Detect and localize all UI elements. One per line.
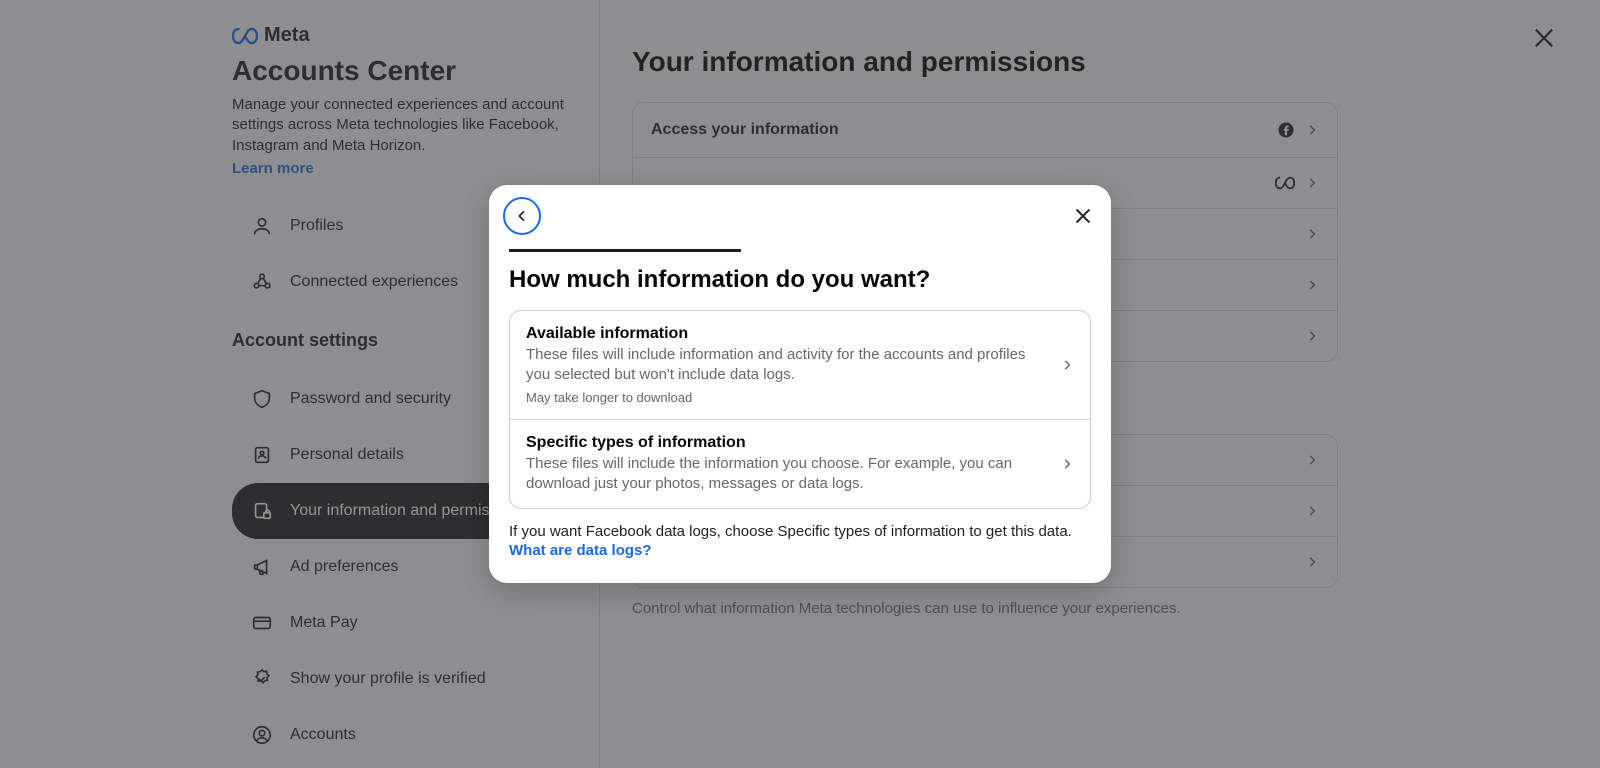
chevron-right-icon <box>1060 358 1074 372</box>
data-logs-link[interactable]: What are data logs? <box>509 542 1091 559</box>
progress-indicator <box>509 249 741 252</box>
option-title: Specific types of information <box>526 434 1048 452</box>
option-title: Available information <box>526 325 1048 343</box>
option-desc: These files will include the information… <box>526 454 1048 495</box>
modal-dialog: How much information do you want? Availa… <box>489 185 1111 583</box>
option-available-info[interactable]: Available information These files will i… <box>510 311 1090 420</box>
back-button[interactable] <box>503 197 541 235</box>
modal-title: How much information do you want? <box>509 266 1091 294</box>
option-specific-types[interactable]: Specific types of information These file… <box>510 420 1090 509</box>
option-meta: May take longer to download <box>526 390 1048 405</box>
option-desc: These files will include information and… <box>526 345 1048 386</box>
modal-footer-text: If you want Facebook data logs, choose S… <box>509 523 1072 540</box>
modal-option-group: Available information These files will i… <box>509 310 1091 509</box>
close-button[interactable] <box>1069 202 1097 230</box>
chevron-right-icon <box>1060 457 1074 471</box>
modal-overlay[interactable]: How much information do you want? Availa… <box>0 0 1600 768</box>
